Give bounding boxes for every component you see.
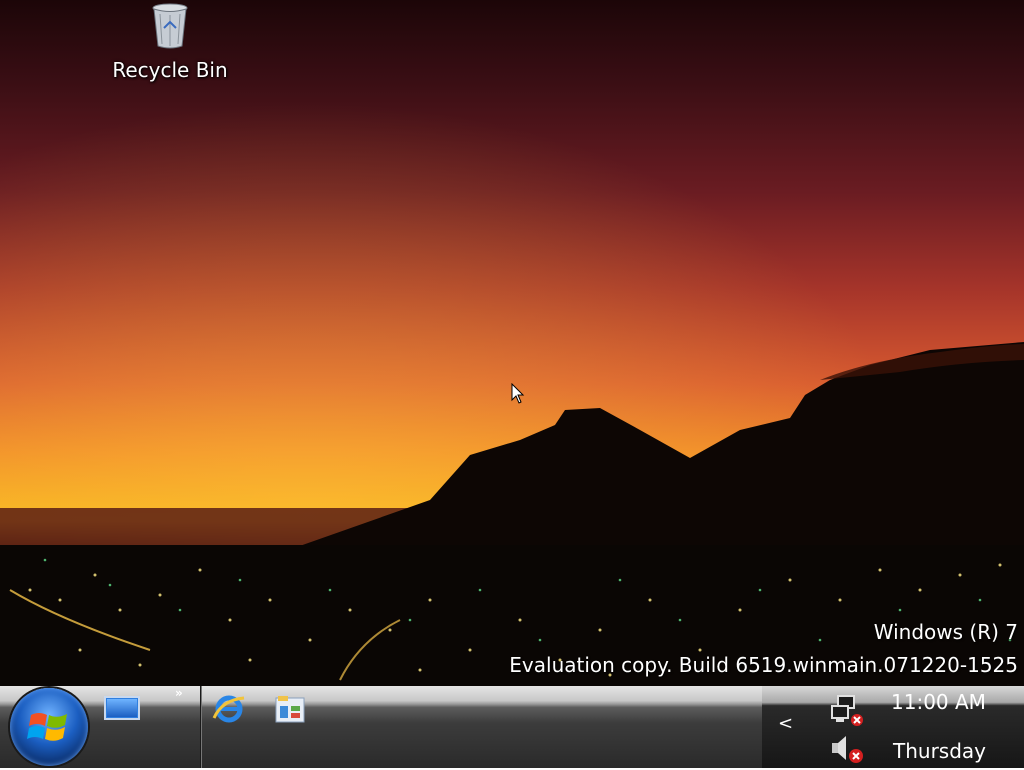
internet-explorer-icon [212, 695, 245, 723]
show-hidden-icons-button[interactable]: < [778, 713, 793, 734]
show-desktop-icon [104, 696, 140, 720]
clock-day[interactable]: Thursday [893, 739, 986, 763]
wallpaper [0, 0, 1024, 686]
desktop-icon-recycle-bin[interactable]: Recycle Bin [100, 2, 240, 82]
watermark-build-info: Evaluation copy. Build 6519.winmain.0712… [509, 653, 1018, 677]
desktop[interactable]: Recycle Bin Windows (R) 7 Evaluation cop… [0, 0, 1024, 686]
tray-volume-button[interactable] [830, 734, 866, 770]
start-button[interactable] [10, 688, 88, 766]
volume-muted-icon [832, 736, 863, 763]
quick-launch-windows-explorer[interactable] [274, 694, 306, 728]
windows-explorer-icon [275, 696, 305, 723]
quick-launch-show-desktop[interactable] [104, 696, 140, 728]
recycle-bin-icon [152, 3, 188, 49]
network-disconnected-icon [831, 695, 863, 726]
desktop-icon-label: Recycle Bin [112, 58, 228, 82]
quick-launch-internet-explorer[interactable] [212, 692, 246, 730]
windows-logo-icon [27, 713, 67, 741]
taskbar-divider [200, 686, 201, 768]
clock-time[interactable]: 11:00 AM [891, 690, 986, 714]
mouse-cursor-icon [511, 383, 525, 404]
tray-network-button[interactable] [830, 694, 866, 732]
watermark-windows-version: Windows (R) 7 [873, 620, 1018, 644]
quick-launch-more-chevron[interactable]: » [175, 686, 183, 700]
